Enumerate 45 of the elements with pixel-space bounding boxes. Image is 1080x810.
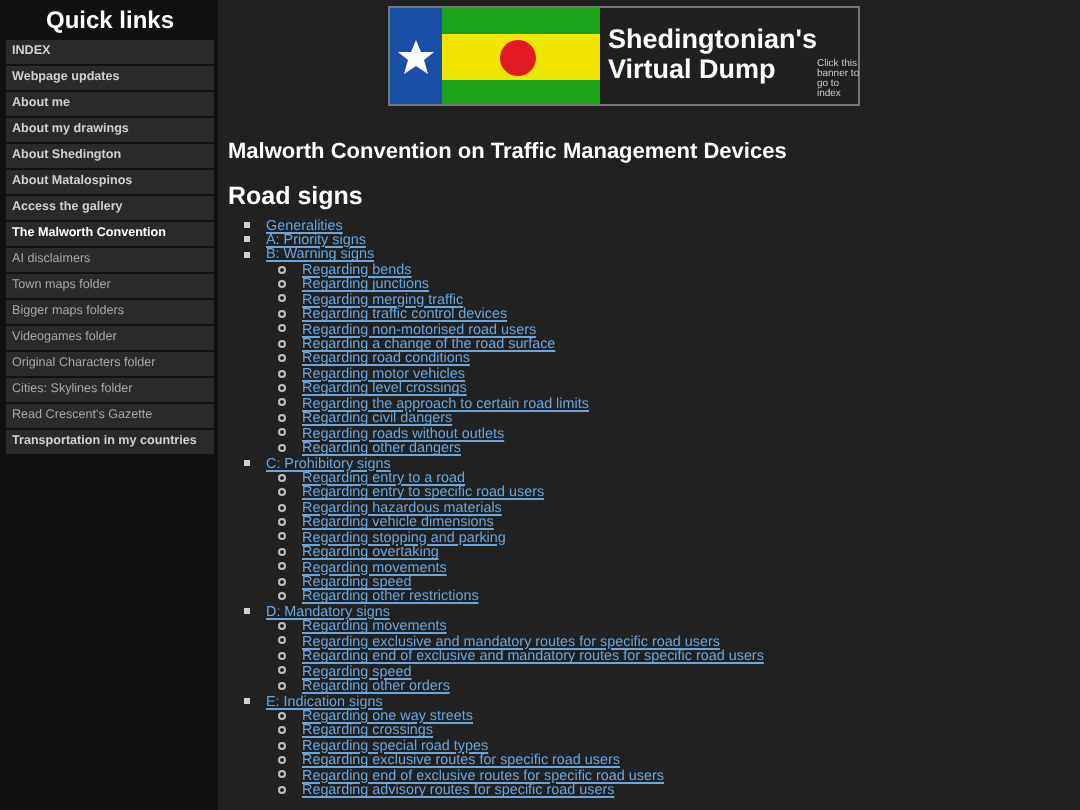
bullet-icon [278,517,286,526]
bullet-icon [278,770,286,779]
bullet-icon [278,547,286,556]
bullet-icon [278,666,286,675]
bullet-icon [278,309,286,318]
bullet-icon [278,755,286,764]
bullet-icon [244,251,250,258]
bullet-icon [278,785,286,794]
bullet-icon [278,636,286,645]
page-heading: Malworth Convention on Traffic Management Devices [228,138,789,168]
bullet-icon [278,741,286,750]
bullet-icon [278,592,286,601]
bullet-icon [278,577,286,586]
bullet-icon [278,443,286,452]
bullet-icon [278,279,286,288]
bullet-icon [244,236,250,243]
bullet-icon [278,532,286,541]
flag-icon [390,8,600,104]
bullet-icon [278,562,286,571]
bullet-icon [278,503,286,512]
bullet-icon [278,398,286,407]
bullet-icon [278,354,286,363]
bullet-icon [278,369,286,378]
bullet-icon [278,681,286,690]
bullet-icon [278,726,286,735]
bullet-icon [278,413,286,422]
bullet-icon [278,324,286,333]
bullet-icon [278,339,286,348]
banner-title: Virtual Dump [608,54,776,84]
sidebar-title: Quick links [43,4,177,38]
bullet-icon [244,697,250,704]
banner-title: Shedingtonian's [608,24,817,54]
bullet-icon [278,384,286,393]
bullet-icon [278,265,286,274]
bullet-icon [278,294,286,303]
bullet-icon [278,473,286,482]
bullet-icon [244,608,250,615]
bullet-icon [278,651,286,660]
section-heading: Road signs [228,181,365,211]
bullet-icon [244,459,250,466]
bullet-icon [278,622,286,631]
bullet-icon [278,488,286,497]
bullet-icon [278,711,286,720]
bullet-icon [244,221,250,228]
bullet-icon [278,428,286,437]
